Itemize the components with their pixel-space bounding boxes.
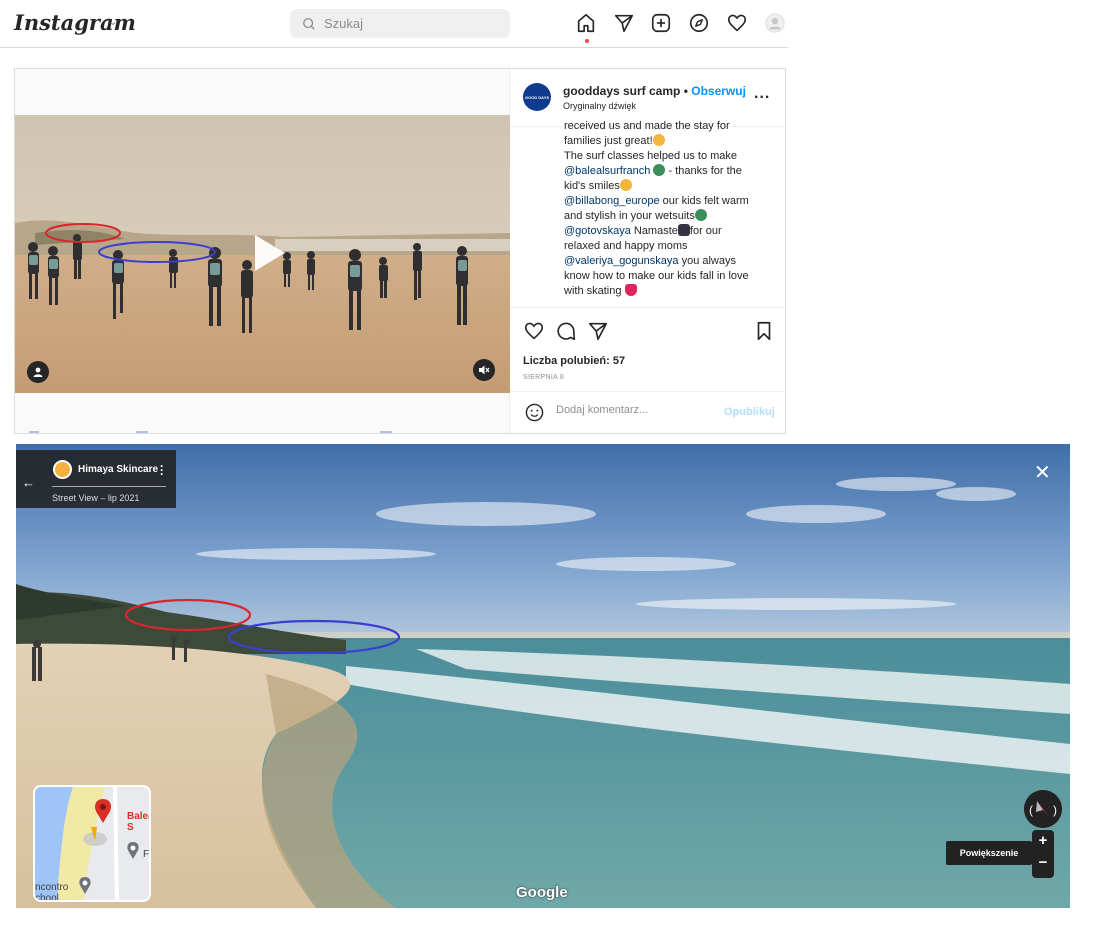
- mention-link[interactable]: @balealsurfranch: [564, 165, 650, 177]
- home-icon: [577, 13, 595, 33]
- likes-count[interactable]: Liczba polubień: 57: [523, 355, 625, 367]
- post-sidebar: GOOD DAYS gooddays surf camp • Obserwuj …: [510, 69, 785, 433]
- street-view-panel[interactable]: ← Himaya Skincare · · · Street View – lip …: [16, 444, 1070, 908]
- mute-button[interactable]: [473, 359, 495, 381]
- instagram-post: GOOD DAYS gooddays surf camp • Obserwuj …: [14, 68, 786, 434]
- comment-bar: Opublikuj: [510, 391, 785, 433]
- back-arrow-icon[interactable]: ←: [22, 475, 35, 490]
- caption-line: with skating: [564, 284, 774, 299]
- post-actions: Liczba polubień: 57 SIERPNIA 8: [510, 307, 785, 381]
- post-date[interactable]: SIERPNIA 8: [523, 374, 564, 381]
- zoom-in-button[interactable]: +: [1032, 832, 1054, 849]
- new-post-icon: [651, 13, 671, 33]
- comment-icon[interactable]: [555, 320, 577, 342]
- profile-button[interactable]: [764, 12, 788, 36]
- minimap-place-label[interactable]: Baleal S: [127, 811, 149, 833]
- account-avatar[interactable]: GOOD DAYS: [523, 83, 551, 111]
- place-name-link[interactable]: Himaya Skincare: [78, 464, 158, 475]
- search-box[interactable]: [290, 9, 510, 38]
- explore-button[interactable]: [688, 12, 712, 36]
- activity-button[interactable]: [726, 12, 750, 36]
- svg-text:): ): [1053, 803, 1057, 817]
- post-media: [15, 69, 510, 433]
- play-icon[interactable]: [239, 225, 295, 281]
- surfer-emoji-icon: [653, 164, 666, 176]
- comment-input[interactable]: [556, 404, 706, 416]
- emoji-picker-icon[interactable]: [525, 403, 544, 422]
- post-video[interactable]: [15, 115, 510, 393]
- like-heart-icon[interactable]: [523, 320, 545, 342]
- mention-link[interactable]: @billabong_europe: [564, 195, 660, 207]
- svg-text:(: (: [1029, 803, 1033, 817]
- minimap-school-label[interactable]: ncontro chool...: [35, 882, 68, 900]
- share-icon[interactable]: [587, 320, 609, 342]
- user-tag-icon: [33, 367, 43, 377]
- post-caption: received us and made the stay for famili…: [564, 119, 774, 305]
- beach-panorama[interactable]: [16, 444, 1070, 908]
- more-vert-icon[interactable]: · · ·: [160, 460, 164, 480]
- caption-line: The surf classes helped us to make: [564, 150, 738, 162]
- chevron-down-icon[interactable]: ⌄: [108, 14, 118, 28]
- explore-icon: [689, 13, 709, 33]
- minimap-poi-label[interactable]: F: [143, 849, 149, 860]
- yoga-emoji-icon: [677, 224, 690, 236]
- caption-line: know how to make our kids fall in love: [564, 270, 749, 282]
- home-button[interactable]: [575, 12, 599, 43]
- mention-link[interactable]: @valeriya_gogunskaya: [564, 255, 679, 267]
- divider: [52, 486, 166, 487]
- close-icon[interactable]: ✕: [1034, 460, 1051, 485]
- caption-line: kid's smiles: [564, 179, 774, 194]
- heart-icon: [727, 14, 747, 32]
- heart-emoji-icon: [624, 284, 637, 296]
- profile-avatar: [765, 13, 785, 33]
- direct-icon: [614, 14, 634, 33]
- street-view-info-card: ← Himaya Skincare · · · Street View – lip …: [16, 450, 176, 508]
- notification-dot: [585, 39, 589, 43]
- separator-dot: •: [683, 84, 688, 98]
- muted-speaker-icon: [479, 365, 490, 375]
- caption-line: @valeriya_gogunskaya you always: [564, 255, 736, 267]
- zoom-out-button[interactable]: −: [1032, 854, 1054, 871]
- search-input[interactable]: [324, 16, 494, 31]
- caption-line: @balealsurfranch - thanks for the: [564, 164, 742, 177]
- place-logo-icon: [53, 460, 72, 479]
- follow-button[interactable]: Obserwuj: [691, 84, 746, 98]
- mini-map[interactable]: Baleal S F ncontrochool...: [33, 785, 151, 902]
- smile-emoji-icon: [652, 134, 665, 146]
- carousel-indicators: [29, 431, 392, 433]
- smile-emoji-icon: [619, 179, 632, 191]
- surfer-emoji-icon: [694, 209, 707, 221]
- caption-line: received us and made the stay for: [564, 120, 730, 132]
- caption-line: @gotovskaya Namaste for our: [564, 224, 722, 237]
- google-watermark: Google: [516, 884, 568, 901]
- direct-button[interactable]: [613, 12, 637, 36]
- zoom-control: + −: [1032, 830, 1054, 878]
- caption-line: and stylish in your wetsuits: [564, 209, 774, 224]
- new-post-button[interactable]: [650, 12, 674, 36]
- post-user-line: gooddays surf camp • Obserwuj: [563, 84, 746, 98]
- compass-icon[interactable]: ( ): [1024, 790, 1062, 828]
- save-bookmark-icon[interactable]: [753, 320, 775, 342]
- more-options-button[interactable]: ...: [754, 85, 770, 103]
- audio-link[interactable]: Oryginalny dźwięk: [563, 101, 636, 111]
- capture-date[interactable]: Street View – lip 2021: [52, 493, 139, 503]
- caption-line: families just great!: [564, 134, 774, 149]
- publish-button[interactable]: Opublikuj: [724, 406, 775, 418]
- search-icon: [303, 17, 315, 30]
- zoom-tooltip: Powiększenie: [946, 841, 1032, 865]
- username-link[interactable]: gooddays surf camp: [563, 84, 680, 98]
- tagged-users-button[interactable]: [27, 361, 49, 383]
- mention-link[interactable]: @gotovskaya: [564, 225, 631, 237]
- caption-line: @billabong_europe our kids felt warm: [564, 195, 749, 207]
- caption-line: relaxed and happy moms: [564, 240, 688, 252]
- instagram-top-bar: Instagram ⌄: [0, 0, 788, 48]
